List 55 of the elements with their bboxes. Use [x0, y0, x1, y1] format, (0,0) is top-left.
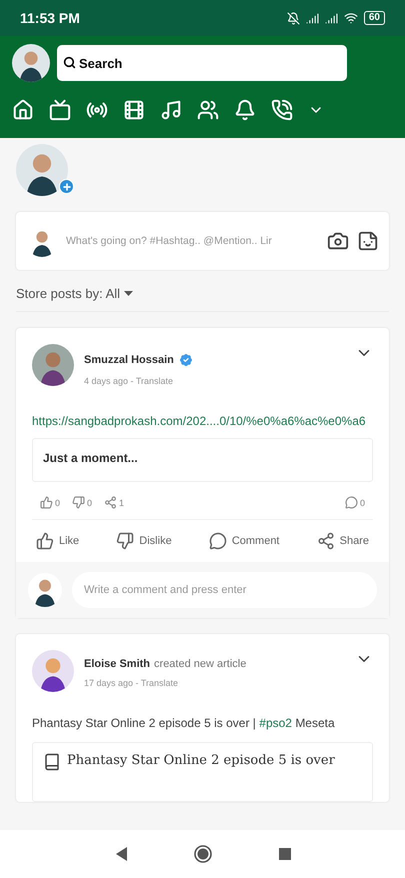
profile-avatar[interactable]	[12, 44, 50, 82]
like-count: 0	[40, 496, 60, 509]
reaction-label: Like	[59, 535, 80, 547]
reaction-button[interactable]: Comment	[208, 532, 280, 550]
caret-icon	[124, 291, 134, 296]
share-icon	[316, 532, 335, 550]
search-field[interactable]: Search	[57, 45, 347, 81]
reaction-button[interactable]: Share	[316, 532, 369, 550]
phone-icon[interactable]	[271, 99, 293, 121]
status-time: 11:53 PM	[20, 10, 80, 26]
bell-off-icon	[286, 12, 300, 24]
author-avatar	[32, 650, 74, 692]
hashtag-link[interactable]: #pso2	[259, 716, 292, 730]
link-preview[interactable]: Just a moment...	[32, 438, 373, 482]
user-avatar	[28, 573, 62, 607]
article-title: Phantasy Star Online 2 episode 5 is over	[67, 753, 335, 768]
author-name[interactable]: Smuzzal Hossain	[84, 354, 174, 366]
signal-icon	[306, 12, 319, 24]
users-icon[interactable]	[197, 99, 219, 121]
sort-dropdown[interactable]: Store posts by: All	[16, 286, 134, 301]
book-icon	[43, 753, 61, 771]
thumbs-up-icon	[36, 532, 54, 550]
reaction-label: Comment	[232, 535, 280, 547]
battery-level: 60	[364, 11, 385, 25]
activity-text: created new article	[154, 658, 246, 670]
thumbs-down-icon	[116, 532, 134, 550]
home-icon[interactable]	[12, 99, 34, 121]
article-card[interactable]: Phantasy Star Online 2 episode 5 is over	[32, 742, 373, 802]
film-icon[interactable]	[123, 99, 145, 121]
comment-count: 0	[344, 496, 365, 509]
story-avatar[interactable]	[16, 144, 68, 196]
reaction-label: Dislike	[139, 535, 172, 547]
reaction-button[interactable]: Like	[36, 532, 80, 550]
reaction-label: Share	[340, 535, 369, 547]
post-text: Phantasy Star Online 2 episode 5 is over | #pso2 Meseta	[32, 716, 336, 730]
author-name[interactable]: Eloise Smith	[84, 658, 150, 670]
share-count: 1	[104, 496, 124, 509]
camera-icon[interactable]	[327, 230, 349, 252]
add-story-icon[interactable]	[59, 179, 74, 194]
comment-input[interactable]: Write a comment and press enter	[72, 572, 377, 608]
speech-bubble-icon	[208, 532, 227, 550]
post-link[interactable]: https://sangbadprokash.com/202....0/10/%e0%a6%ac%e0%a6	[32, 414, 373, 428]
author-avatar	[32, 344, 74, 386]
dislike-count: 0	[72, 496, 92, 509]
tv-icon[interactable]	[49, 99, 71, 121]
signal-icon	[324, 12, 338, 24]
post-meta: 4 days ago - Translate	[84, 376, 174, 386]
sticker-icon[interactable]	[357, 230, 379, 252]
home-button-icon[interactable]	[194, 845, 212, 863]
post-meta: 17 days ago - Translate	[84, 678, 180, 688]
wifi-icon	[344, 11, 358, 25]
music-icon[interactable]	[160, 99, 182, 121]
bell-icon[interactable]	[234, 99, 256, 121]
reaction-button[interactable]: Dislike	[116, 532, 172, 550]
search-icon	[63, 56, 76, 69]
